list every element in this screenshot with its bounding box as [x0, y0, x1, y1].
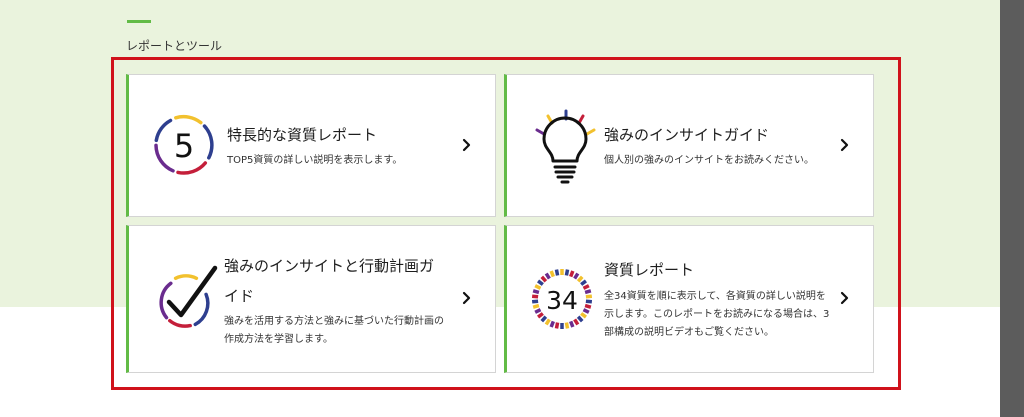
section-title: レポートとツール [126, 39, 223, 53]
section-accent-line [127, 20, 151, 23]
highlight-frame [111, 57, 901, 390]
window-edge [1000, 0, 1024, 417]
